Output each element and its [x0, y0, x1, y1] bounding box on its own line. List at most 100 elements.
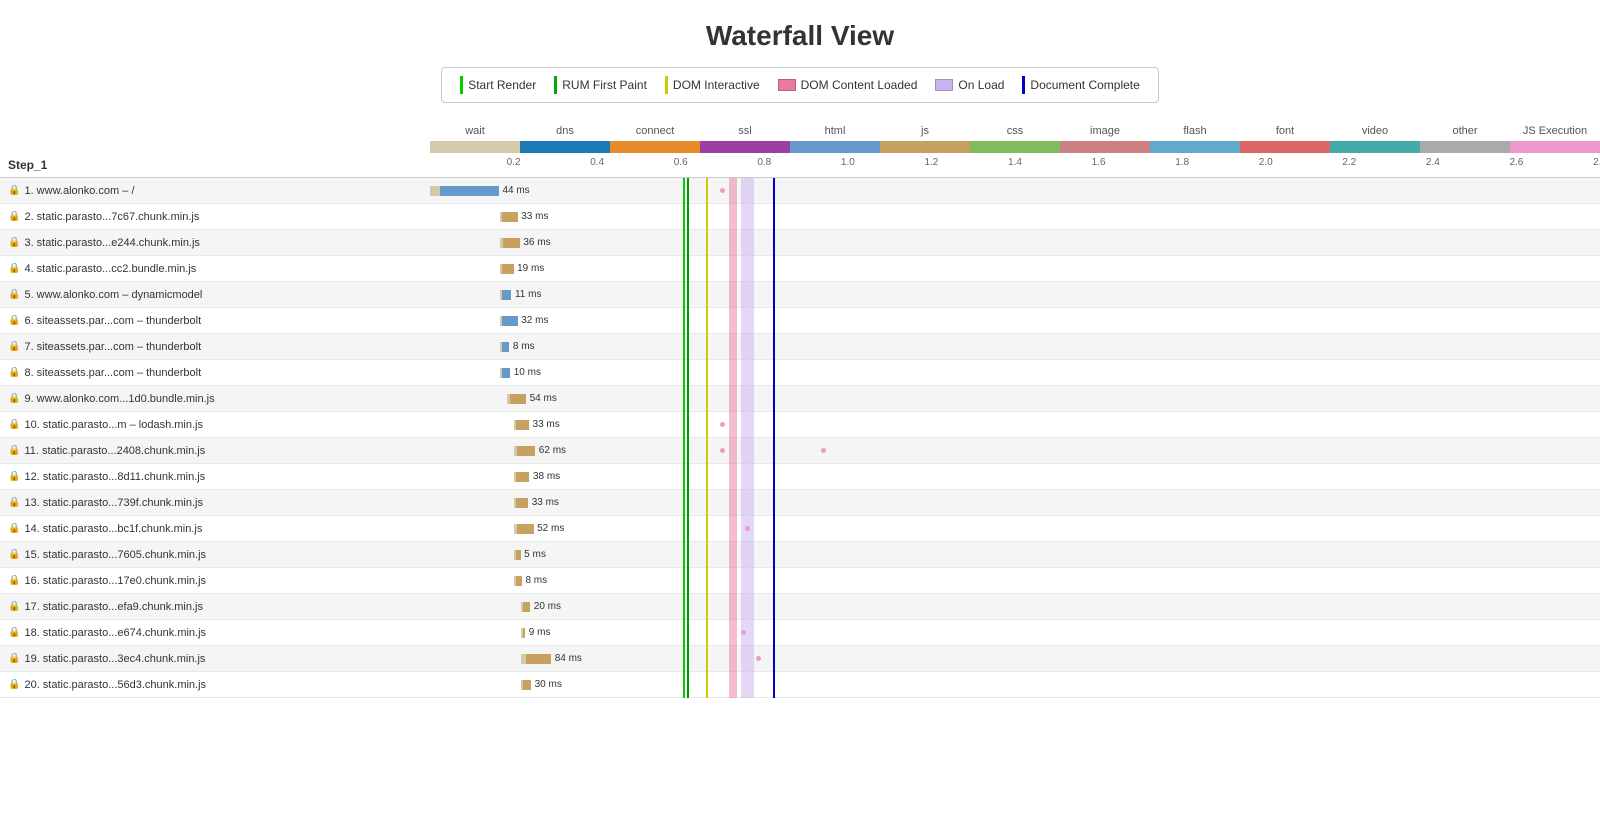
js-execution-dot [756, 656, 761, 661]
bar-wait-segment [500, 368, 502, 378]
marker-line [706, 230, 708, 256]
marker-line [773, 620, 775, 646]
resource-label[interactable]: 🔒15. static.parasto...7605.chunk.min.js [0, 549, 430, 561]
lock-icon: 🔒 [8, 653, 20, 664]
marker-line [683, 568, 685, 594]
waterfall-bar-area: 33 ms [430, 204, 1600, 230]
legend-item-rum-first-paint: RUM First Paint [554, 76, 647, 94]
marker-line [687, 594, 689, 620]
marker-line [729, 646, 737, 672]
type-color-JS-Execution [1510, 141, 1600, 153]
marker-line [683, 412, 685, 438]
resource-label[interactable]: 🔒1. www.alonko.com – / [0, 185, 430, 197]
waterfall-bar-area: 5 ms [430, 542, 1600, 568]
type-color-video [1330, 141, 1420, 153]
waterfall-bar-area: 62 ms [430, 438, 1600, 464]
marker-line [773, 594, 775, 620]
type-label-ssl: ssl [700, 121, 790, 141]
resource-label[interactable]: 🔒13. static.parasto...739f.chunk.min.js [0, 497, 430, 509]
table-row: 🔒18. static.parasto...e674.chunk.min.js9… [0, 620, 1600, 646]
bar-segment [500, 238, 520, 248]
page-title: Waterfall View [0, 0, 1600, 67]
resource-url: 3. static.parasto...e244.chunk.min.js [24, 237, 199, 249]
marker-line [729, 178, 737, 204]
bar-segment [430, 186, 499, 196]
waterfall-bar-area: 32 ms [430, 308, 1600, 334]
table-row: 🔒17. static.parasto...efa9.chunk.min.js2… [0, 594, 1600, 620]
marker-line [729, 412, 737, 438]
waterfall-bar-area: 10 ms [430, 360, 1600, 386]
resource-label[interactable]: 🔒18. static.parasto...e674.chunk.min.js [0, 627, 430, 639]
scale-tick-0.2: 0.2 [507, 157, 521, 168]
lock-icon: 🔒 [8, 549, 20, 560]
marker-line [729, 230, 737, 256]
legend: Start Render RUM First Paint DOM Interacti… [0, 67, 1600, 103]
marker-line [729, 594, 737, 620]
lock-icon: 🔒 [8, 497, 20, 508]
marker-line [706, 178, 708, 204]
marker-line [706, 568, 708, 594]
marker-line [706, 620, 708, 646]
bar-wait-segment [521, 628, 523, 638]
resource-label[interactable]: 🔒5. www.alonko.com – dynamicmodel [0, 289, 430, 301]
marker-line [741, 542, 754, 568]
waterfall-bar-area: 20 ms [430, 594, 1600, 620]
bar-segment [507, 394, 526, 404]
lock-icon: 🔒 [8, 419, 20, 430]
lock-icon: 🔒 [8, 627, 20, 638]
marker-line [687, 464, 689, 490]
resource-type-header: waitdnsconnectsslhtmljscssimageflashfont… [0, 121, 1600, 141]
marker-line [687, 282, 689, 308]
bar-segment [514, 446, 536, 456]
marker-line [683, 620, 685, 646]
waterfall-bar-area: 8 ms [430, 568, 1600, 594]
marker-line [773, 464, 775, 490]
bar-segment [514, 524, 534, 534]
document-complete-label: Document Complete [1030, 78, 1139, 92]
resource-label[interactable]: 🔒12. static.parasto...8d11.chunk.min.js [0, 471, 430, 483]
resource-url: 12. static.parasto...8d11.chunk.min.js [24, 471, 205, 483]
marker-line [729, 386, 737, 412]
duration-label: 30 ms [535, 679, 562, 690]
bar-wait-segment [500, 290, 502, 300]
resource-label[interactable]: 🔒20. static.parasto...56d3.chunk.min.js [0, 679, 430, 691]
duration-label: 33 ms [521, 211, 548, 222]
resource-label[interactable]: 🔒4. static.parasto...cc2.bundle.min.js [0, 263, 430, 275]
resource-url: 19. static.parasto...3ec4.chunk.min.js [24, 653, 205, 665]
resource-label[interactable]: 🔒2. static.parasto...7c67.chunk.min.js [0, 211, 430, 223]
resource-label[interactable]: 🔒8. siteassets.par...com – thunderbolt [0, 367, 430, 379]
resource-label[interactable]: 🔒6. siteassets.par...com – thunderbolt [0, 315, 430, 327]
start-render-label: Start Render [468, 78, 536, 92]
marker-line [706, 542, 708, 568]
resource-label[interactable]: 🔒9. www.alonko.com...1d0.bundle.min.js [0, 393, 430, 405]
resource-label[interactable]: 🔒 19. static.parasto...3ec4.chunk.min.js [0, 653, 430, 665]
resource-url: 10. static.parasto...m – lodash.min.js [24, 419, 203, 431]
marker-line [729, 308, 737, 334]
scale-tick-2.2: 2.2 [1342, 157, 1356, 168]
resource-label[interactable]: 🔒 10. static.parasto...m – lodash.min.js [0, 419, 430, 431]
step-label-header: Step_1 [0, 153, 430, 177]
resource-label[interactable]: 🔒11. static.parasto...2408.chunk.min.js [0, 445, 430, 457]
resource-label[interactable]: 🔒3. static.parasto...e244.chunk.min.js [0, 237, 430, 249]
document-complete-line [1022, 76, 1025, 94]
resource-label[interactable]: 🔒16. static.parasto...17e0.chunk.min.js [0, 575, 430, 587]
marker-line [773, 308, 775, 334]
resource-label[interactable]: 🔒14. static.parasto...bc1f.chunk.min.js [0, 523, 430, 535]
legend-item-dom-interactive: DOM Interactive [665, 76, 760, 94]
table-row: 🔒9. www.alonko.com...1d0.bundle.min.js54… [0, 386, 1600, 412]
bar-wait-segment [500, 264, 502, 274]
resource-label[interactable]: 🔒17. static.parasto...efa9.chunk.min.js [0, 601, 430, 613]
type-color-dns [520, 141, 610, 153]
resource-label[interactable]: 🔒7. siteassets.par...com – thunderbolt [0, 341, 430, 353]
bar-wait-segment [514, 472, 516, 482]
legend-item-start-render: Start Render [460, 76, 536, 94]
bar-wait-segment [430, 186, 440, 196]
scale-tick-2.4: 2.4 [1426, 157, 1440, 168]
duration-label: 8 ms [513, 341, 535, 352]
marker-line [687, 204, 689, 230]
bar-segment [500, 212, 518, 222]
types-row: waitdnsconnectsslhtmljscssimageflashfont… [430, 121, 1600, 141]
resource-url: 4. static.parasto...cc2.bundle.min.js [24, 263, 196, 275]
bar-wait-segment [514, 550, 516, 560]
duration-label: 8 ms [525, 575, 547, 586]
